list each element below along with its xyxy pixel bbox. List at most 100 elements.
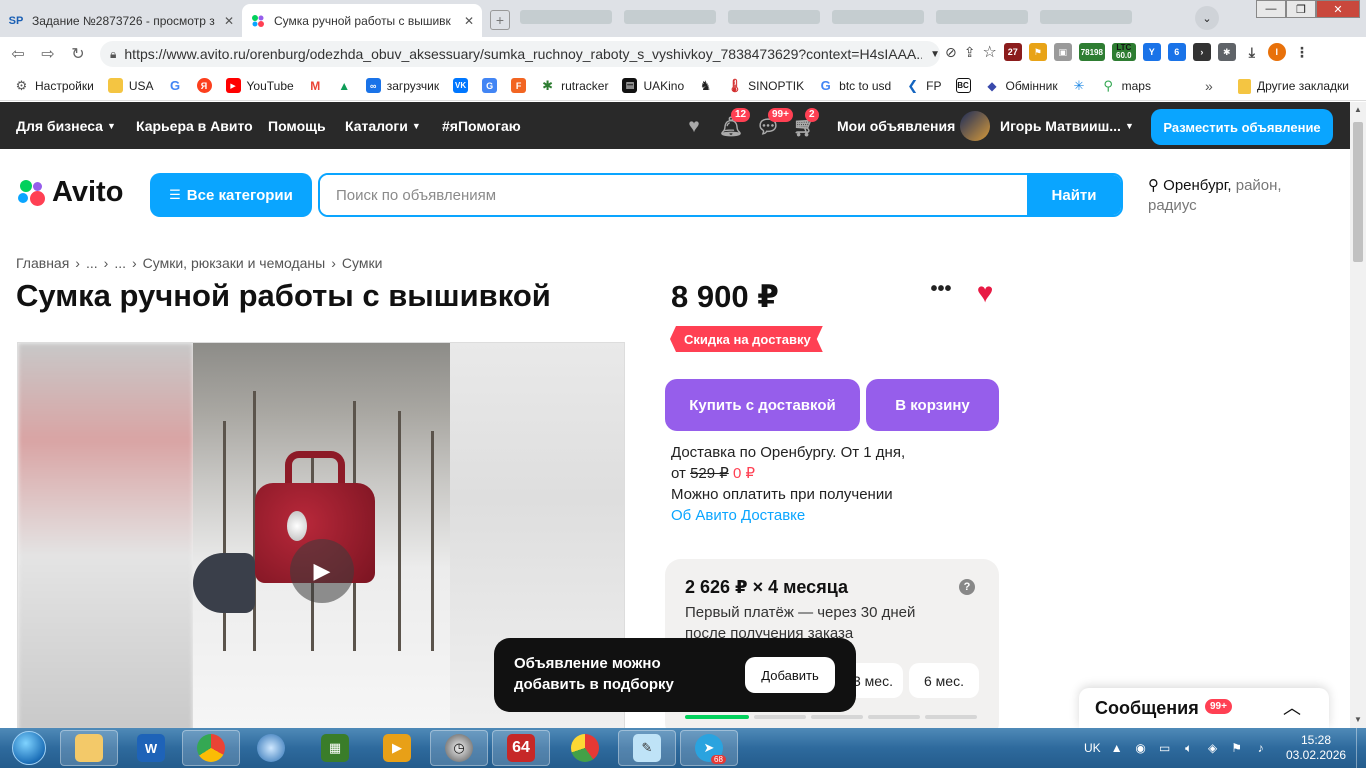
bookmark-f[interactable]: F [511, 78, 527, 93]
bookmark-usa[interactable]: USA [107, 78, 154, 93]
scroll-down-arrow-icon[interactable]: ▼ [1350, 712, 1366, 728]
taskbar-clock-app[interactable]: ◷ [430, 730, 488, 766]
all-categories-button[interactable]: ☰ Все категории [150, 173, 312, 217]
extension-badge-27[interactable]: 27 [1003, 43, 1022, 61]
bookmark-bc[interactable]: BC [955, 78, 971, 93]
speaker-icon[interactable]: ♪ [1253, 740, 1269, 756]
bookmark-btc-usd[interactable]: Gbtc to usd [818, 78, 892, 93]
forward-arrow-icon[interactable]: ⇨ [36, 42, 60, 66]
bookmark-youtube[interactable]: ▶ YouTube [225, 78, 294, 93]
close-tab-icon[interactable]: ✕ [224, 14, 234, 28]
location-selector[interactable]: ⚲ Оренбург, район, радиус [1148, 176, 1308, 216]
btc-price-extension[interactable]: 78198 [1078, 43, 1105, 61]
system-clock[interactable]: 15:28 03.02.2026 [1286, 733, 1346, 763]
new-tab-button[interactable]: + [490, 10, 510, 30]
taskbar-network[interactable] [242, 730, 300, 766]
close-tab-icon[interactable]: ✕ [464, 14, 474, 28]
briefcase-extension-icon[interactable]: ▣ [1053, 43, 1072, 61]
bookmark-chess[interactable]: ♞ [698, 78, 713, 93]
tray-expand-icon[interactable]: ▲ [1109, 740, 1125, 756]
search-input[interactable] [320, 175, 1027, 215]
notifications-bell-icon[interactable]: 🔔︎ 12 [719, 108, 751, 138]
other-bookmarks-folder[interactable]: Другие закладки [1238, 71, 1349, 101]
more-options-button[interactable]: ••• [929, 279, 953, 302]
bookmark-vk[interactable]: VK [453, 78, 469, 93]
download-icon[interactable]: ⤓ [1242, 43, 1261, 61]
show-desktop-button[interactable] [1356, 728, 1366, 768]
page-scrollbar[interactable]: ▲ ▼ [1350, 102, 1366, 728]
tab-avito[interactable]: Сумка ручной работы с вышивк ✕ [242, 4, 482, 37]
bookmark-maps[interactable]: ⚲ maps [1101, 78, 1151, 93]
volume-icon[interactable]: 🔈︎ [1181, 740, 1197, 756]
bookmark-yandex[interactable]: Я [196, 78, 212, 93]
bookmark-drive[interactable]: ▲ [337, 78, 352, 93]
bookmark-sinoptik[interactable]: 🌡︎ SINOPTIK [726, 78, 804, 93]
installment-option-6[interactable]: 6 мес. [909, 663, 979, 698]
kebab-menu-icon[interactable]: ⋮ [1292, 43, 1311, 61]
rss-icon[interactable]: ◈ [1205, 740, 1221, 756]
close-window-button[interactable]: ✕ [1316, 0, 1360, 18]
avito-logo[interactable]: Avito [16, 176, 123, 209]
breadcrumb-bags[interactable]: Сумки [342, 255, 383, 271]
bookmark-translate[interactable]: G [482, 78, 498, 93]
shield-extension-icon[interactable]: ⚑ [1028, 43, 1047, 61]
tab-search-chevron-icon[interactable]: ⌄ [1195, 6, 1219, 30]
back-arrow-icon[interactable]: ⇦ [6, 42, 30, 66]
nav-charity[interactable]: #яПомогаю [442, 102, 521, 149]
search-button[interactable]: Найти [1027, 175, 1121, 215]
block-icon[interactable]: ⊘ [945, 44, 957, 61]
profile-avatar[interactable]: I [1267, 43, 1286, 61]
breadcrumb-collapsed-2[interactable]: ... [114, 255, 126, 271]
taskbar-chrome[interactable] [182, 730, 240, 766]
help-icon[interactable]: ? [959, 579, 975, 595]
puzzle-icon[interactable]: ✱ [1217, 43, 1236, 61]
minimize-button[interactable]: — [1256, 0, 1286, 18]
reload-icon[interactable]: ↻ [66, 42, 90, 66]
chevron-up-icon[interactable]: ︿ [1283, 694, 1301, 720]
nav-help[interactable]: Помощь [268, 102, 326, 149]
item-photo[interactable]: ▶ [193, 343, 450, 731]
taskbar-app-5[interactable]: ▦ [306, 730, 364, 766]
play-video-icon[interactable]: ▶ [290, 539, 354, 603]
messages-chat-icon[interactable]: 💬︎ 99+ [756, 108, 793, 138]
breadcrumb-bags-luggage[interactable]: Сумки, рюкзаки и чемоданы [143, 255, 326, 271]
taskbar-wise[interactable]: W [122, 730, 180, 766]
taskbar-media[interactable]: ▶ [368, 730, 426, 766]
bookmark-loader[interactable]: ∞ загрузчик [365, 78, 439, 93]
nav-career[interactable]: Карьера в Авито [136, 102, 253, 149]
nav-my-ads[interactable]: Мои объявления [837, 102, 955, 149]
cart-icon[interactable]: 🛒︎ 2 [793, 108, 819, 138]
bookmark-google[interactable]: G [168, 78, 183, 93]
bookmark-snowflake[interactable]: ✳ [1072, 78, 1087, 93]
tray-app-icon[interactable]: ◉ [1133, 740, 1149, 756]
favorite-heart-icon[interactable]: ♥ [970, 278, 1000, 308]
bookmark-settings[interactable]: ⚙ Настройки [14, 78, 94, 93]
maximize-button[interactable]: ❐ [1286, 0, 1316, 18]
bookmark-rutracker[interactable]: ✱ rutracker [540, 78, 608, 93]
y-extension-icon[interactable]: Y [1142, 43, 1161, 61]
bookmark-exchanger[interactable]: ◆ Обмінник [985, 78, 1057, 93]
dropdown-arrow-icon[interactable]: ▼ [930, 49, 940, 60]
taskbar-notepad[interactable]: ✎ [618, 730, 676, 766]
taskbar-telegram[interactable]: ➤ 68 [680, 730, 738, 766]
buy-with-delivery-button[interactable]: Купить с доставкой [665, 379, 860, 431]
flag-icon[interactable]: ⚑ [1229, 740, 1245, 756]
favorites-heart-icon[interactable]: ♥ [683, 116, 705, 138]
nav-catalogs[interactable]: Каталоги ▼ [345, 102, 421, 149]
taskbar-explorer[interactable] [60, 730, 118, 766]
taskbar-app-64[interactable]: 64 [492, 730, 550, 766]
add-to-cart-button[interactable]: В корзину [866, 379, 999, 431]
post-ad-button[interactable]: Разместить объявление [1151, 109, 1333, 145]
address-bar[interactable]: 🔒︎ https://www.avito.ru/orenburg/odezhda… [100, 41, 940, 67]
tab-task[interactable]: SP Задание №2873726 - просмотр з ✕ [0, 4, 242, 37]
scroll-up-arrow-icon[interactable]: ▲ [1350, 102, 1366, 118]
ltc-price-extension[interactable]: LTC 60.0 [1111, 43, 1136, 61]
breadcrumb-home[interactable]: Главная [16, 255, 69, 271]
nav-business[interactable]: Для бизнеса ▼ [16, 102, 116, 149]
bookmark-star-icon[interactable]: ☆ [982, 42, 996, 62]
user-menu[interactable]: Игорь Матвииш... ▼ [960, 102, 1134, 149]
messenger-widget[interactable]: Сообщения 99+ ︿ [1079, 688, 1329, 728]
taskbar-app-pie[interactable] [556, 730, 614, 766]
bookmarks-overflow-button[interactable]: » [1205, 71, 1213, 101]
bookmark-gmail[interactable]: M [308, 78, 323, 93]
